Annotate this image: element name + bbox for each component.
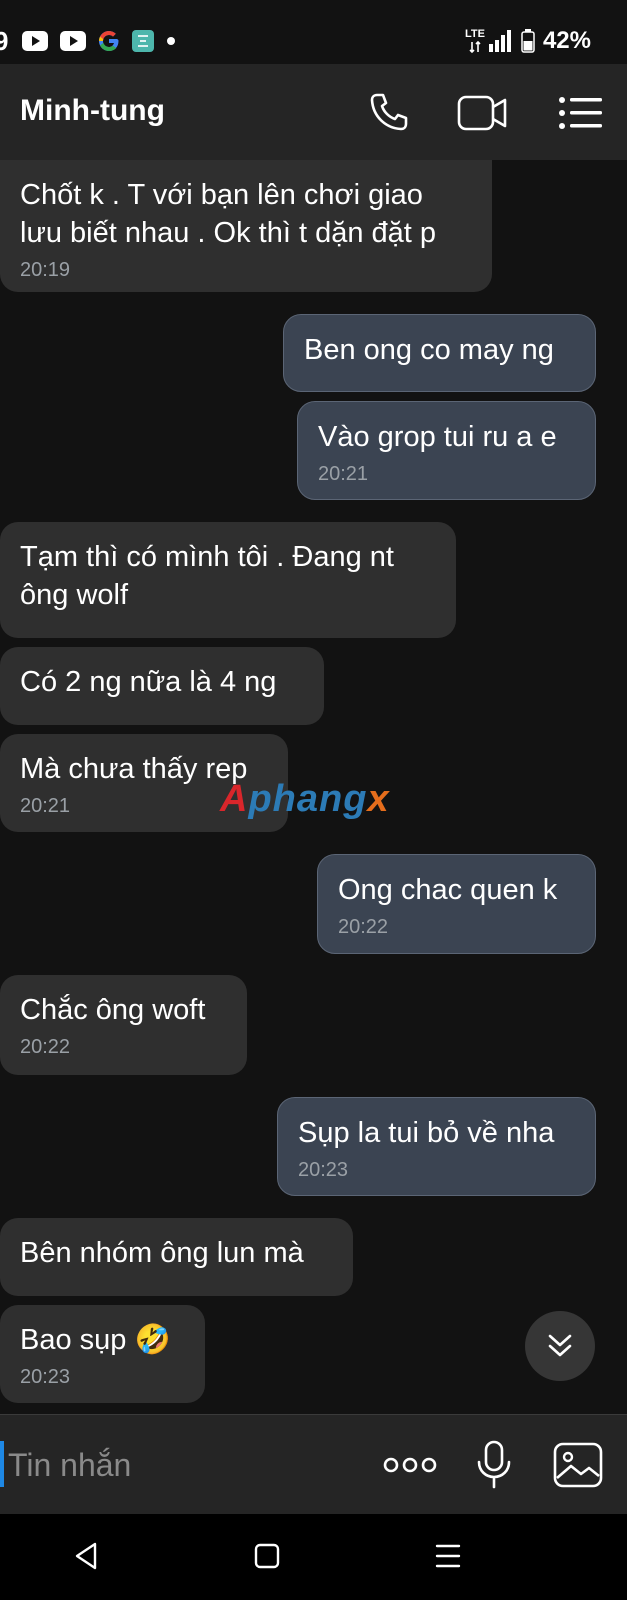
message-time: 20:23 [298,1159,349,1181]
message-time: 20:23 [20,1366,71,1388]
video-call-icon [457,95,507,131]
image-gallery-button[interactable] [548,1437,608,1493]
message-bubble-incoming[interactable]: Chắc ông woft 20:22 [0,975,247,1075]
message-time: 20:22 [338,916,389,938]
more-options-button[interactable] [380,1437,440,1493]
watermark-part: phang [248,778,368,820]
message-bubble-incoming[interactable]: Có 2 ng nữa là 4 ng [0,647,324,725]
message-bubble-incoming[interactable]: Tạm thì có mình tôi . Đang nt ông wolf [0,522,456,638]
back-icon [75,1542,97,1570]
message-text: Có 2 ng nữa là 4 ng [20,666,277,698]
message-input[interactable] [6,1439,350,1491]
battery-percent: 42% [542,27,591,54]
message-text: Ben ong co may ng [304,334,554,366]
phone-icon [370,93,408,131]
message-bubble-incoming[interactable]: Chốt k . T với bạn lên chơi giao lưu biế… [0,160,492,292]
message-text: Bao sụp 🤣 [20,1324,171,1356]
nav-home-button[interactable] [245,1536,289,1576]
phone-button[interactable] [362,86,416,140]
app-icon [132,30,155,52]
more-options-icon [383,1457,437,1473]
menu-list-icon [559,97,602,129]
status-bar-left: 9 [0,24,188,58]
youtube-icon [22,31,49,51]
message-time: 20:19 [20,259,71,281]
image-gallery-icon [553,1442,603,1488]
system-nav-bar [0,1514,627,1600]
contact-name[interactable]: Minh-tung [20,94,165,128]
microphone-icon [477,1440,511,1489]
recents-icon [435,1544,461,1568]
message-text: Sụp la tui bỏ về nha [298,1117,555,1149]
message-bubble-outgoing[interactable]: Vào grop tui ru a e 20:21 [297,401,596,500]
message-text: Tạm thì có mình tôi . Đang nt ông wolf [20,541,394,611]
network-type-label: LTE [464,28,485,40]
nav-back-button[interactable] [64,1536,108,1576]
chevron-double-down-icon [548,1334,572,1357]
clock-fragment: 9 [0,25,9,56]
chat-header: Minh-tung [0,64,627,160]
message-text: Chốt k . T với bạn lên chơi giao lưu biế… [20,179,437,249]
message-composer [0,1414,627,1515]
message-text: Chắc ông woft [20,994,206,1026]
video-call-button[interactable] [456,86,510,140]
google-icon [98,30,120,52]
dot-icon [166,36,176,46]
message-time: 20:21 [318,463,369,485]
message-bubble-outgoing[interactable]: Sụp la tui bỏ về nha 20:23 [277,1097,596,1196]
message-bubble-incoming[interactable]: Bên nhóm ông lun mà [0,1218,353,1296]
status-bar-right: LTE 42% [465,24,591,58]
scroll-to-bottom-button[interactable] [525,1311,595,1381]
message-text: Bên nhóm ông lun mà [20,1237,304,1269]
message-text: Ong chac quen k [338,874,558,906]
message-bubble-incoming[interactable]: Bao sụp 🤣 20:23 [0,1305,205,1403]
battery-icon [521,29,535,53]
chat-menu-button[interactable] [554,86,608,140]
nav-recents-button[interactable] [426,1536,470,1576]
message-bubble-outgoing[interactable]: Ong chac quen k 20:22 [317,854,596,954]
message-text: Mà chưa thấy rep [20,753,248,785]
text-cursor [0,1441,4,1487]
message-time: 20:22 [20,1036,71,1058]
watermark-logo: Aphangx [220,778,390,821]
message-bubble-outgoing[interactable]: Ben ong co may ng [283,314,596,392]
watermark-part: x [367,778,390,820]
watermark-part: A [220,778,249,820]
voice-message-button[interactable] [464,1437,524,1493]
message-text: Vào grop tui ru a e [318,421,557,453]
lte-icon: LTE [465,28,485,54]
youtube-icon [60,31,87,51]
signal-icon [488,30,513,52]
home-icon [254,1543,280,1569]
